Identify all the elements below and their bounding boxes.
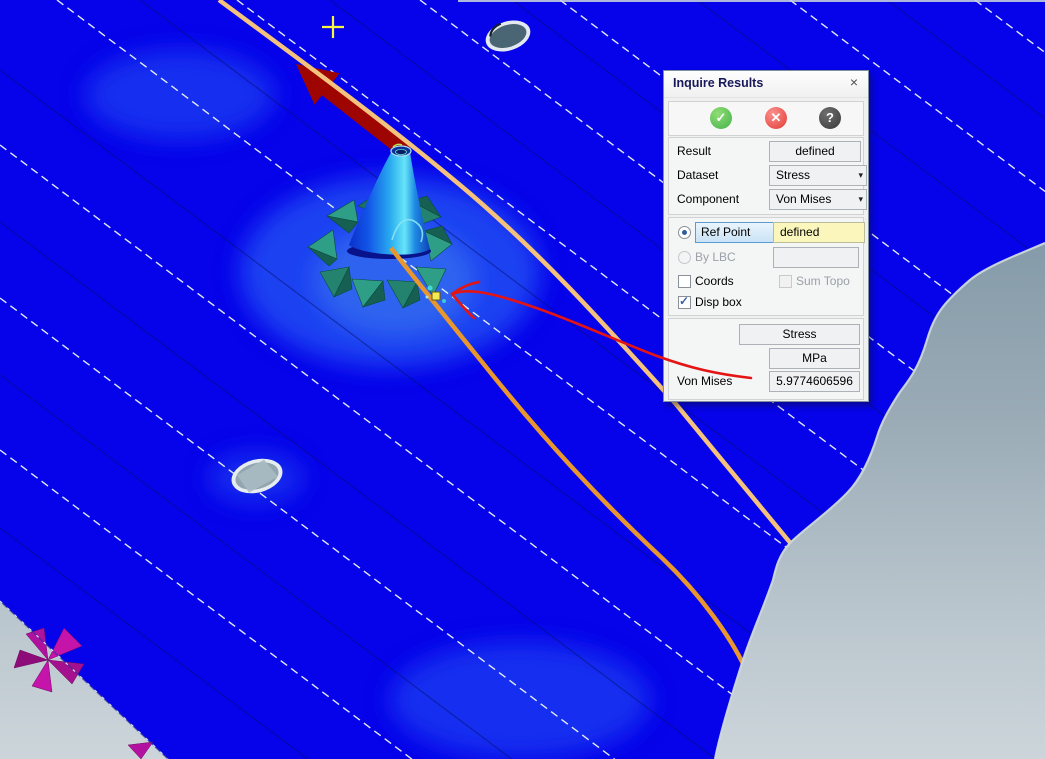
viewport-3d[interactable] bbox=[0, 0, 1045, 759]
dataset-label: Dataset bbox=[677, 168, 719, 182]
ref-point-marker bbox=[431, 291, 441, 301]
dialog-title: Inquire Results bbox=[673, 76, 764, 90]
ref-point-field[interactable]: defined bbox=[773, 222, 865, 243]
close-icon[interactable]: × bbox=[846, 75, 862, 91]
von-mises-label: Von Mises bbox=[677, 374, 733, 388]
von-mises-value-field: 5.9774606596 bbox=[769, 371, 860, 392]
coords-label: Coords bbox=[695, 274, 734, 288]
result-selection-group: Result defined Dataset Stress ▾ Componen… bbox=[668, 137, 867, 215]
result-label: Result bbox=[677, 144, 712, 158]
readout-unit-field: MPa bbox=[769, 348, 860, 369]
dialog-toolbar: ✓ ✕ ? bbox=[668, 101, 864, 136]
component-label: Component bbox=[677, 192, 740, 206]
cancel-button[interactable]: ✕ bbox=[765, 107, 787, 129]
readout-group: Stress MPa Von Mises 5.9774606596 bbox=[668, 318, 864, 400]
sum-topo-label: Sum Topo bbox=[796, 274, 850, 288]
dataset-dropdown[interactable]: Stress ▾ bbox=[769, 165, 867, 186]
readout-dataset-field: Stress bbox=[739, 324, 860, 345]
sum-topo-checkbox bbox=[779, 275, 792, 288]
by-lbc-radio bbox=[678, 251, 691, 264]
ref-point-button[interactable]: Ref Point bbox=[695, 222, 776, 243]
ref-point-group: Ref Point defined By LBC Coords Sum Topo… bbox=[668, 217, 865, 316]
ok-button[interactable]: ✓ bbox=[710, 107, 732, 129]
by-lbc-field bbox=[773, 247, 859, 268]
checkmark-icon: ✓ bbox=[679, 294, 690, 308]
chevron-down-icon: ▾ bbox=[858, 194, 863, 204]
ref-point-radio[interactable] bbox=[678, 226, 691, 239]
disp-box-label: Disp box bbox=[695, 295, 742, 309]
coords-checkbox[interactable] bbox=[678, 275, 691, 288]
component-dropdown[interactable]: Von Mises ▾ bbox=[769, 189, 867, 210]
chevron-down-icon: ▾ bbox=[858, 170, 863, 180]
by-lbc-label: By LBC bbox=[695, 250, 736, 264]
result-field: defined bbox=[769, 141, 861, 162]
inquire-results-dialog: Inquire Results × ✓ ✕ ? Result defined D… bbox=[663, 70, 869, 402]
disp-box-checkbox[interactable]: ✓ bbox=[678, 294, 691, 309]
application-window: Inquire Results × ✓ ✕ ? Result defined D… bbox=[0, 0, 1045, 759]
help-button[interactable]: ? bbox=[819, 107, 841, 129]
dialog-titlebar[interactable]: Inquire Results × bbox=[664, 71, 868, 98]
